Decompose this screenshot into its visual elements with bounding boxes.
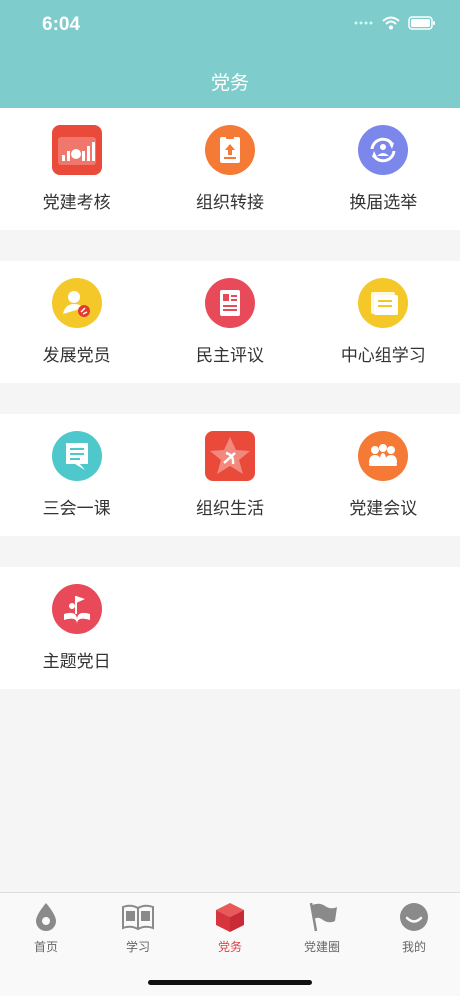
tab-home[interactable]: 首页 xyxy=(0,901,92,961)
refresh-icon xyxy=(358,125,409,175)
folder-icon xyxy=(358,278,409,328)
menu-item-election[interactable]: 换届选举 xyxy=(307,108,460,230)
menu-item-member-development[interactable]: 发展党员 xyxy=(0,261,153,383)
wifi-icon xyxy=(382,16,400,30)
section-2: 发展党员 民主评议 中心组学习 xyxy=(0,261,460,383)
section-4: 主题党日 xyxy=(0,567,460,689)
book-icon xyxy=(122,904,154,931)
header-bar: 6:04 党务 xyxy=(0,0,460,108)
tab-party-affairs[interactable]: 党务 xyxy=(184,901,276,961)
status-time: 6:04 xyxy=(42,14,81,35)
menu-item-label: 民主评议 xyxy=(195,346,264,366)
page-title: 党务 xyxy=(210,72,249,94)
menu-item-three-meetings[interactable]: 三会一课 xyxy=(0,414,153,536)
menu-item-label: 组织生活 xyxy=(195,499,264,519)
menu-item-label: 组织转接 xyxy=(195,193,264,213)
menu-item-democratic-review[interactable]: 民主评议 xyxy=(153,261,306,383)
battery-icon xyxy=(408,16,435,30)
tab-label: 党建圈 xyxy=(303,940,340,954)
menu-item-party-assessment[interactable]: 党建考核 xyxy=(0,108,153,230)
cube-icon xyxy=(216,903,244,932)
tab-party-circle[interactable]: 党建圈 xyxy=(276,901,368,961)
chat-doc-icon xyxy=(51,431,102,481)
tab-label: 党务 xyxy=(217,940,242,954)
tab-profile[interactable]: 我的 xyxy=(368,901,460,961)
meeting-icon xyxy=(358,431,409,481)
tab-label: 学习 xyxy=(125,940,150,954)
tab-label: 我的 xyxy=(401,940,426,954)
menu-item-label: 发展党员 xyxy=(42,346,111,366)
menu-item-label: 换届选举 xyxy=(349,193,418,213)
chart-icon xyxy=(51,125,102,175)
member-icon xyxy=(51,278,102,328)
menu-item-label: 党建考核 xyxy=(42,193,111,213)
menu-item-org-life[interactable]: 组织生活 xyxy=(153,414,306,536)
menu-item-label: 三会一课 xyxy=(42,499,111,519)
menu-item-central-group-study[interactable]: 中心组学习 xyxy=(307,261,460,383)
menu-item-theme-party-day[interactable]: 主题党日 xyxy=(0,567,153,689)
section-1: 党建考核 组织转接 换届选举 xyxy=(0,108,460,230)
drop-icon xyxy=(36,903,56,931)
transfer-icon xyxy=(204,125,255,175)
menu-item-party-meeting[interactable]: 党建会议 xyxy=(307,414,460,536)
book-flag-icon xyxy=(51,584,102,634)
tab-study[interactable]: 学习 xyxy=(92,901,184,961)
flag-icon xyxy=(309,902,337,932)
home-indicator[interactable] xyxy=(148,980,312,985)
tab-label: 首页 xyxy=(33,940,58,954)
menu-item-label: 中心组学习 xyxy=(340,346,426,366)
star-party-icon xyxy=(204,431,255,481)
section-3: 三会一课 组织生活 党建会议 xyxy=(0,414,460,536)
id-card-icon xyxy=(204,278,255,328)
face-icon xyxy=(400,903,428,931)
status-icons xyxy=(354,16,436,30)
menu-item-label: 主题党日 xyxy=(42,652,111,672)
menu-item-org-transfer[interactable]: 组织转接 xyxy=(153,108,306,230)
menu-item-label: 党建会议 xyxy=(349,499,418,519)
signal-icon xyxy=(354,21,373,25)
